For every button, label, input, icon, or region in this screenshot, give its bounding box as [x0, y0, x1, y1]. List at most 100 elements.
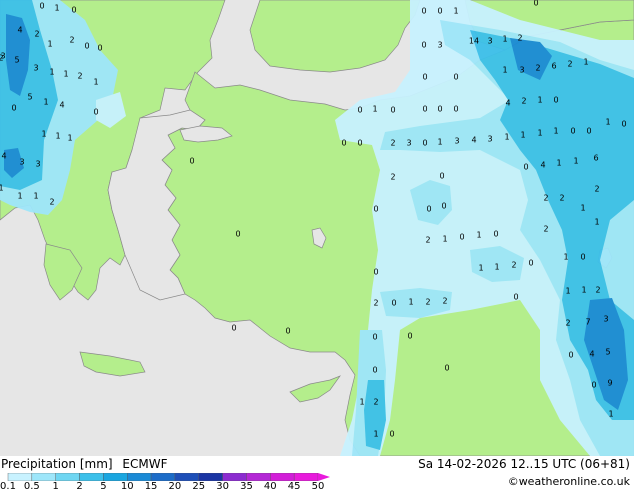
precip-value-label: 0: [389, 430, 394, 439]
precip-value-label: 4: [59, 101, 64, 110]
precip-value-label: 1: [67, 134, 72, 143]
precip-value-label: 2: [0, 54, 4, 63]
precip-value-label: 1: [49, 68, 54, 77]
precip-value-label: 0: [586, 127, 591, 136]
precip-value-label: 4: [17, 26, 22, 35]
precip-value-label: 0: [437, 7, 442, 16]
precip-value-label: 0: [580, 253, 585, 262]
precip-value-label: 0: [523, 163, 528, 172]
precip-value-label: 2: [565, 319, 570, 328]
precip-value-label: 3: [19, 158, 24, 167]
bottom-bar: Precipitation [mm] ECMWF Sa 14-02-2026 1…: [0, 456, 634, 492]
precip-value-label: 1: [0, 184, 4, 193]
precip-value-label: 1: [63, 70, 68, 79]
precip-value-label: 4: [505, 99, 510, 108]
precip-value-label: 0: [621, 120, 626, 129]
precip-value-label: 0: [84, 42, 89, 51]
precip-value-label: 2: [521, 97, 526, 106]
precip-value-label: 0: [493, 230, 498, 239]
precip-value-label: 3: [35, 160, 40, 169]
precip-value-label: 0: [391, 299, 396, 308]
precip-value-label: 0: [513, 293, 518, 302]
legend-tick-label: 0.5: [23, 481, 40, 492]
precip-value-label: 0: [437, 105, 442, 114]
precip-value-label: 0: [372, 366, 377, 375]
precip-value-label: 2: [595, 286, 600, 295]
precip-value-label: 1: [553, 127, 558, 136]
precip-value-label: 2: [559, 194, 564, 203]
credit-label: ©weatheronline.co.uk: [507, 475, 630, 488]
precip-value-label: 0: [71, 6, 76, 15]
precip-value-label: 2: [69, 36, 74, 45]
precip-value-label: 2: [390, 139, 395, 148]
precip-value-label: 1: [17, 192, 22, 201]
precip-value-label: 1: [41, 130, 46, 139]
precip-value-label: 0: [421, 41, 426, 50]
precip-value-label: 7: [585, 318, 590, 327]
precip-value-label: 0: [407, 332, 412, 341]
legend-tick-label: 45: [287, 481, 301, 492]
precip-value-label: 5: [14, 56, 19, 65]
precip-value-label: 1: [605, 118, 610, 127]
precip-value-label: 4: [540, 161, 545, 170]
precip-value-label: 3: [487, 135, 492, 144]
precip-value-label: 1: [563, 253, 568, 262]
precip-value-label: 1: [594, 218, 599, 227]
precip-value-label: 14: [469, 37, 479, 46]
precip-value-label: 1: [504, 133, 509, 142]
precip-value-label: 3: [603, 315, 608, 324]
precip-value-label: 1: [373, 430, 378, 439]
precip-value-label: 1: [359, 398, 364, 407]
precip-value-label: 3: [454, 137, 459, 146]
precip-value-label: 1: [47, 40, 52, 49]
datetime-label: Sa 14-02-2026 12..15 UTC (06+81): [418, 457, 630, 471]
precip-value-label: 0: [459, 233, 464, 242]
precip-value-label: 0: [570, 127, 575, 136]
precip-value-label: 1: [608, 410, 613, 419]
precip-value-label: 9: [607, 379, 612, 388]
precip-value-label: 0: [533, 0, 538, 8]
precip-value-label: 0: [390, 106, 395, 115]
precip-value-label: 1: [583, 58, 588, 67]
legend-tick-label: 1: [52, 481, 59, 492]
precip-value-label: 2: [594, 185, 599, 194]
precip-value-label: 1: [573, 157, 578, 166]
precip-value-label: 1: [33, 192, 38, 201]
precip-value-label: 1: [580, 204, 585, 213]
precip-value-label: 1: [442, 235, 447, 244]
precip-value-label: 0: [235, 230, 240, 239]
legend-tick-label: 50: [311, 481, 325, 492]
precip-value-label: 0: [422, 105, 427, 114]
precip-value-label: 0: [189, 157, 194, 166]
precip-value-label: 2: [535, 64, 540, 73]
precip-value-label: 0: [11, 104, 16, 113]
precip-value-label: 0: [285, 327, 290, 336]
precip-value-label: 1: [556, 159, 561, 168]
precip-value-label: 1: [55, 132, 60, 141]
precip-value-label: 2: [425, 298, 430, 307]
precip-value-label: 0: [591, 381, 596, 390]
legend-tick-label: 0.1: [0, 481, 16, 492]
precip-value-label: 0: [93, 108, 98, 117]
precip-value-label: 3: [519, 66, 524, 75]
precip-value-label: 5: [27, 93, 32, 102]
precip-value-label: 2: [511, 261, 516, 270]
precip-value-label: 2: [34, 30, 39, 39]
precip-value-label: 0: [422, 73, 427, 82]
precip-value-label: 1: [408, 298, 413, 307]
precip-value-label: 2: [567, 60, 572, 69]
precip-value-label: 0: [372, 333, 377, 342]
precip-value-label: 2: [543, 194, 548, 203]
legend-tick-label: 10: [120, 481, 134, 492]
legend-ticks: 0.1 0.5 1 2 5 10 15 20 25 30 35 40 45 50: [0, 458, 334, 492]
precip-value-label: 2: [49, 198, 54, 207]
precip-value-label: 2: [390, 173, 395, 182]
precip-value-label: 6: [551, 62, 556, 71]
precip-value-label: 4: [589, 350, 594, 359]
precip-value-label: 1: [537, 129, 542, 138]
precip-value-label: 1: [453, 7, 458, 16]
legend-tick-label: 5: [100, 481, 107, 492]
map-canvas: 0 1 04 21 20 053 1 1 213251 4001 1 143 311 1200 0 100 3 1…: [0, 0, 634, 457]
precip-value-label: 1: [520, 131, 525, 140]
precip-value-label: 1: [372, 105, 377, 114]
